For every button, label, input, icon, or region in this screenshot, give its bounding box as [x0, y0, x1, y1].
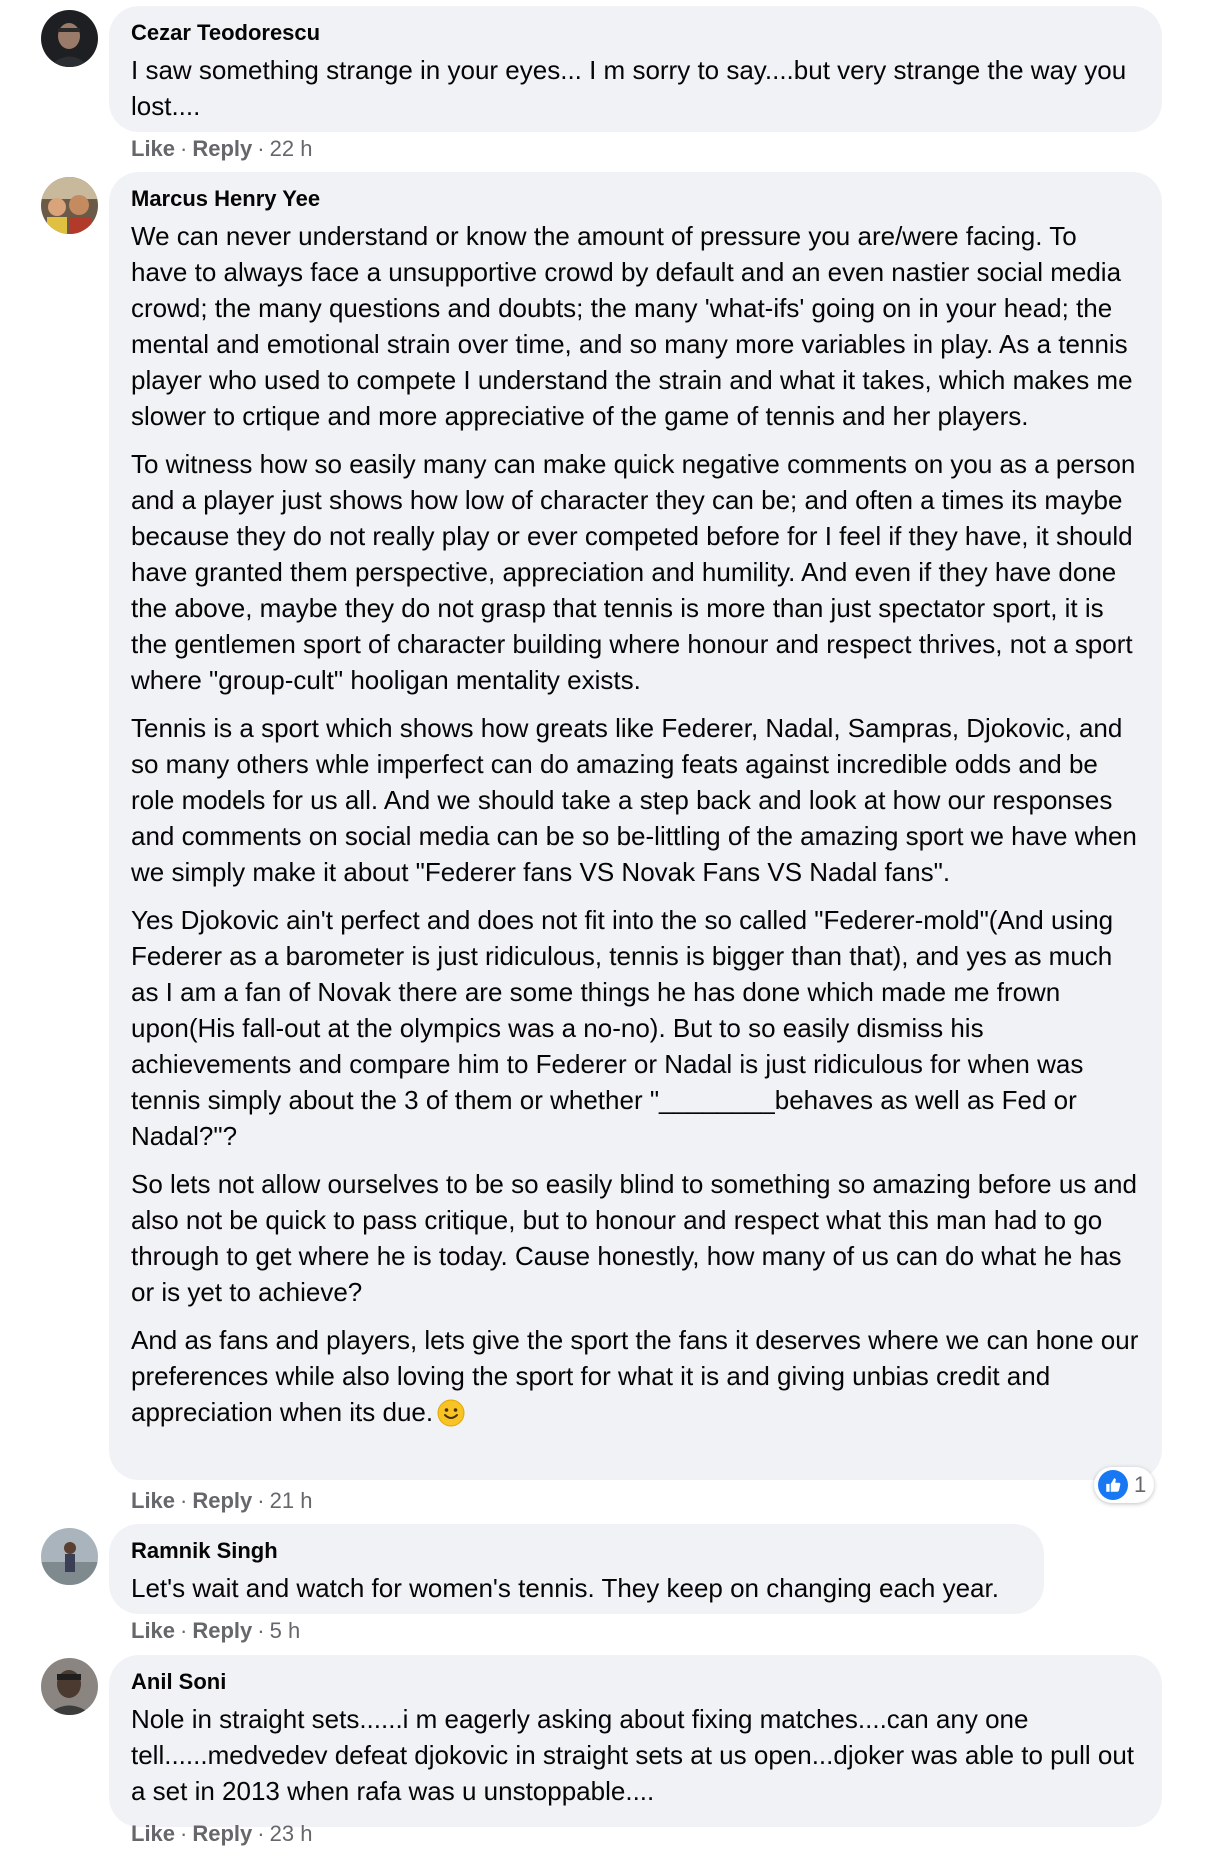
comment-author[interactable]: Cezar Teodorescu — [131, 20, 1140, 46]
comment-bubble: Cezar Teodorescu I saw something strange… — [109, 6, 1162, 132]
reaction-summary[interactable]: 1 — [1094, 1467, 1155, 1503]
user-photo-icon — [41, 1528, 98, 1585]
avatar[interactable] — [41, 1528, 98, 1585]
avatar[interactable] — [41, 10, 98, 67]
avatar[interactable] — [41, 1658, 98, 1715]
comment-text: I saw something strange in your eyes... … — [131, 55, 1127, 121]
reply-button[interactable]: Reply — [192, 1488, 252, 1513]
comment-text: Let's wait and watch for women's tennis.… — [131, 1573, 999, 1603]
separator-dot: · — [180, 1488, 188, 1513]
separator-dot: · — [180, 136, 188, 161]
like-button[interactable]: Like — [131, 136, 175, 161]
like-button[interactable]: Like — [131, 1821, 175, 1846]
comment-bubble: Marcus Henry Yee We can never understand… — [109, 172, 1162, 1480]
user-photo-icon — [41, 1658, 98, 1715]
comment-bubble: Ramnik Singh Let's wait and watch for wo… — [109, 1524, 1044, 1614]
reply-button[interactable]: Reply — [192, 1618, 252, 1643]
like-reaction-icon — [1098, 1470, 1128, 1500]
user-photo-icon — [41, 177, 98, 234]
comment-paragraph-text: And as fans and players, lets give the s… — [131, 1325, 1139, 1427]
smiley-emoji-icon — [437, 1399, 465, 1427]
comment-paragraph: We can never understand or know the amou… — [131, 221, 1133, 431]
separator-dot: · — [257, 136, 265, 161]
separator-dot: · — [257, 1618, 265, 1643]
comment-text: Nole in straight sets......i m eagerly a… — [131, 1704, 1135, 1806]
comment-actions: Like · Reply · 5 h — [131, 1618, 300, 1644]
separator-dot: · — [257, 1821, 265, 1846]
separator-dot: · — [257, 1488, 265, 1513]
comment-paragraph: Yes Djokovic ain't perfect and does not … — [131, 905, 1114, 1151]
reply-button[interactable]: Reply — [192, 136, 252, 161]
comment-paragraph: Tennis is a sport which shows how greats… — [131, 713, 1137, 887]
comment-timestamp[interactable]: 5 h — [270, 1618, 301, 1643]
like-button[interactable]: Like — [131, 1488, 175, 1513]
comment-bubble: Anil Soni Nole in straight sets......i m… — [109, 1655, 1162, 1827]
separator-dot: · — [180, 1821, 188, 1846]
comment-actions: Like · Reply · 22 h — [131, 136, 312, 162]
user-photo-icon — [41, 10, 98, 67]
comment-author[interactable]: Anil Soni — [131, 1669, 1140, 1695]
reply-button[interactable]: Reply — [192, 1821, 252, 1846]
comment-paragraph: To witness how so easily many can make q… — [131, 449, 1136, 695]
like-button[interactable]: Like — [131, 1618, 175, 1643]
reaction-count: 1 — [1134, 1472, 1147, 1497]
comment-timestamp[interactable]: 22 h — [270, 136, 313, 161]
separator-dot: · — [180, 1618, 188, 1643]
comment-author[interactable]: Marcus Henry Yee — [131, 186, 1140, 212]
avatar[interactable] — [41, 177, 98, 234]
comment-author[interactable]: Ramnik Singh — [131, 1538, 1022, 1564]
comment-timestamp[interactable]: 23 h — [270, 1821, 313, 1846]
comment-actions: Like · Reply · 21 h — [131, 1488, 312, 1514]
comment-timestamp[interactable]: 21 h — [270, 1488, 313, 1513]
comment-paragraph: And as fans and players, lets give the s… — [131, 1322, 1140, 1430]
comment-actions: Like · Reply · 23 h — [131, 1821, 312, 1847]
comment-paragraph: So lets not allow ourselves to be so eas… — [131, 1169, 1137, 1307]
